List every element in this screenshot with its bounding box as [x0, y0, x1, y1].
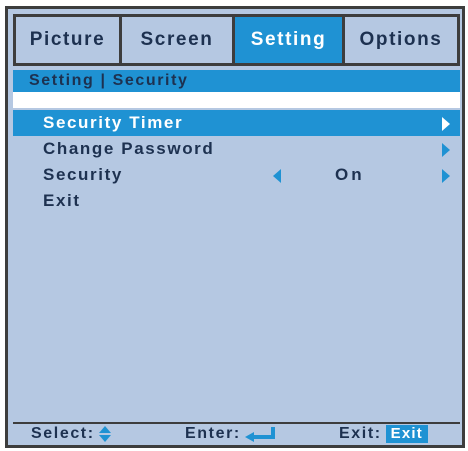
tab-setting[interactable]: Setting	[235, 17, 342, 63]
tab-bar: Picture Screen Setting Options	[13, 14, 460, 66]
header-spacer	[13, 92, 460, 108]
menu-item-security-timer[interactable]: Security Timer	[13, 110, 460, 136]
osd-menu-window: Picture Screen Setting Options Setting |…	[5, 6, 465, 448]
enter-hint: Enter:	[185, 424, 277, 444]
select-hint-label: Select:	[31, 425, 95, 442]
arrow-right-icon	[442, 143, 450, 157]
menu-item-security[interactable]: Security On	[13, 162, 460, 188]
arrow-right-icon	[442, 117, 450, 131]
menu-item-label: Change Password	[43, 139, 215, 158]
breadcrumb: Setting | Security	[13, 70, 460, 92]
tab-screen[interactable]: Screen	[122, 17, 232, 63]
enter-hint-label: Enter:	[185, 425, 241, 442]
tab-picture[interactable]: Picture	[16, 17, 119, 63]
enter-return-icon	[244, 427, 277, 442]
menu-list: Security Timer Change Password Security …	[13, 110, 460, 214]
tab-options[interactable]: Options	[345, 17, 457, 63]
up-down-arrow-icon	[98, 426, 112, 442]
arrow-left-icon[interactable]	[273, 169, 281, 183]
select-hint: Select:	[31, 424, 112, 444]
menu-item-label: Security	[43, 165, 123, 184]
menu-item-label: Security Timer	[43, 113, 184, 132]
menu-item-exit[interactable]: Exit	[13, 188, 460, 214]
menu-item-label: Exit	[43, 191, 81, 210]
exit-key-badge[interactable]: Exit	[385, 425, 428, 443]
footer-hints: Select: Enter: Exit: Exit	[13, 422, 460, 444]
menu-item-change-password[interactable]: Change Password	[13, 136, 460, 162]
exit-hint-label: Exit:	[339, 425, 382, 442]
exit-hint: Exit: Exit	[339, 424, 428, 444]
arrow-right-icon[interactable]	[442, 169, 450, 183]
security-value: On	[335, 165, 365, 184]
